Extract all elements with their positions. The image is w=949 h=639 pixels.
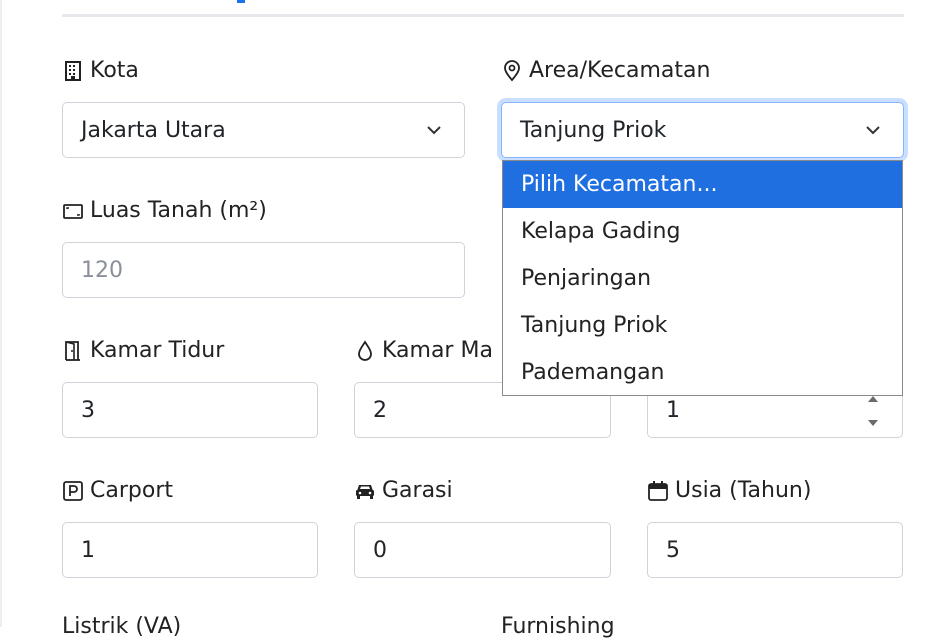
building-icon: [62, 60, 84, 82]
carport-input[interactable]: 1: [62, 522, 318, 578]
kamar-mandi-label: Kamar Ma: [354, 338, 493, 363]
chevron-down-icon: [866, 126, 880, 135]
luas-tanah-label-text: Luas Tanah (m²): [90, 198, 267, 223]
parking-icon: [62, 480, 84, 502]
kamar-tidur-label: Kamar Tidur: [62, 338, 224, 363]
usia-label: Usia (Tahun): [647, 478, 811, 503]
area-icon: [62, 200, 84, 222]
dropdown-option[interactable]: Kelapa Gading: [503, 208, 902, 255]
luas-tanah-placeholder: 120: [81, 257, 123, 283]
lantai-value: 1: [666, 397, 680, 423]
garasi-input[interactable]: 0: [354, 522, 611, 578]
area-dropdown-list[interactable]: Pilih Kecamatan... Kelapa Gading Penjari…: [502, 160, 903, 396]
usia-input[interactable]: 5: [647, 522, 903, 578]
area-select-value: Tanjung Priok: [520, 117, 667, 143]
dropdown-option[interactable]: Tanjung Priok: [503, 302, 902, 349]
spinner-up-icon[interactable]: [867, 395, 879, 403]
area-select[interactable]: Tanjung Priok: [501, 102, 904, 158]
kamar-tidur-input[interactable]: 3: [62, 382, 318, 438]
section-divider: [62, 14, 904, 17]
garasi-label-text: Garasi: [382, 478, 453, 503]
carport-value: 1: [81, 537, 95, 563]
carport-label: Carport: [62, 478, 173, 503]
spinner-down-icon[interactable]: [867, 419, 879, 427]
area-label: Area/Kecamatan: [501, 58, 710, 83]
car-icon: [354, 480, 376, 502]
droplet-icon: [354, 339, 376, 362]
kota-select-value: Jakarta Utara: [81, 117, 226, 143]
area-label-text: Area/Kecamatan: [529, 58, 711, 83]
usia-label-text: Usia (Tahun): [675, 478, 812, 503]
kamar-mandi-label-text: Kamar Ma: [382, 338, 493, 363]
container-edge: [0, 0, 2, 627]
dropdown-option[interactable]: Pademangan: [503, 349, 902, 395]
luas-tanah-input[interactable]: 120: [62, 242, 465, 298]
kamar-tidur-label-text: Kamar Tidur: [90, 338, 225, 363]
carport-label-text: Carport: [90, 478, 173, 503]
garasi-value: 0: [373, 537, 387, 563]
usia-value: 5: [666, 537, 680, 563]
luas-tanah-label: Luas Tanah (m²): [62, 198, 267, 223]
kamar-tidur-value: 3: [81, 397, 95, 423]
map-pin-icon: [501, 59, 523, 82]
dropdown-option[interactable]: Penjaringan: [503, 255, 902, 302]
kamar-mandi-value: 2: [373, 397, 387, 423]
garasi-label: Garasi: [354, 478, 453, 503]
number-spinner[interactable]: [866, 395, 880, 427]
kota-select[interactable]: Jakarta Utara: [62, 102, 465, 158]
chevron-down-icon: [427, 126, 441, 135]
section-title-accent: [237, 0, 245, 3]
kota-label-text: Kota: [90, 58, 139, 83]
door-icon: [62, 340, 84, 362]
kota-label: Kota: [62, 58, 139, 83]
dropdown-option[interactable]: Pilih Kecamatan...: [503, 161, 902, 208]
calendar-icon: [647, 480, 669, 502]
